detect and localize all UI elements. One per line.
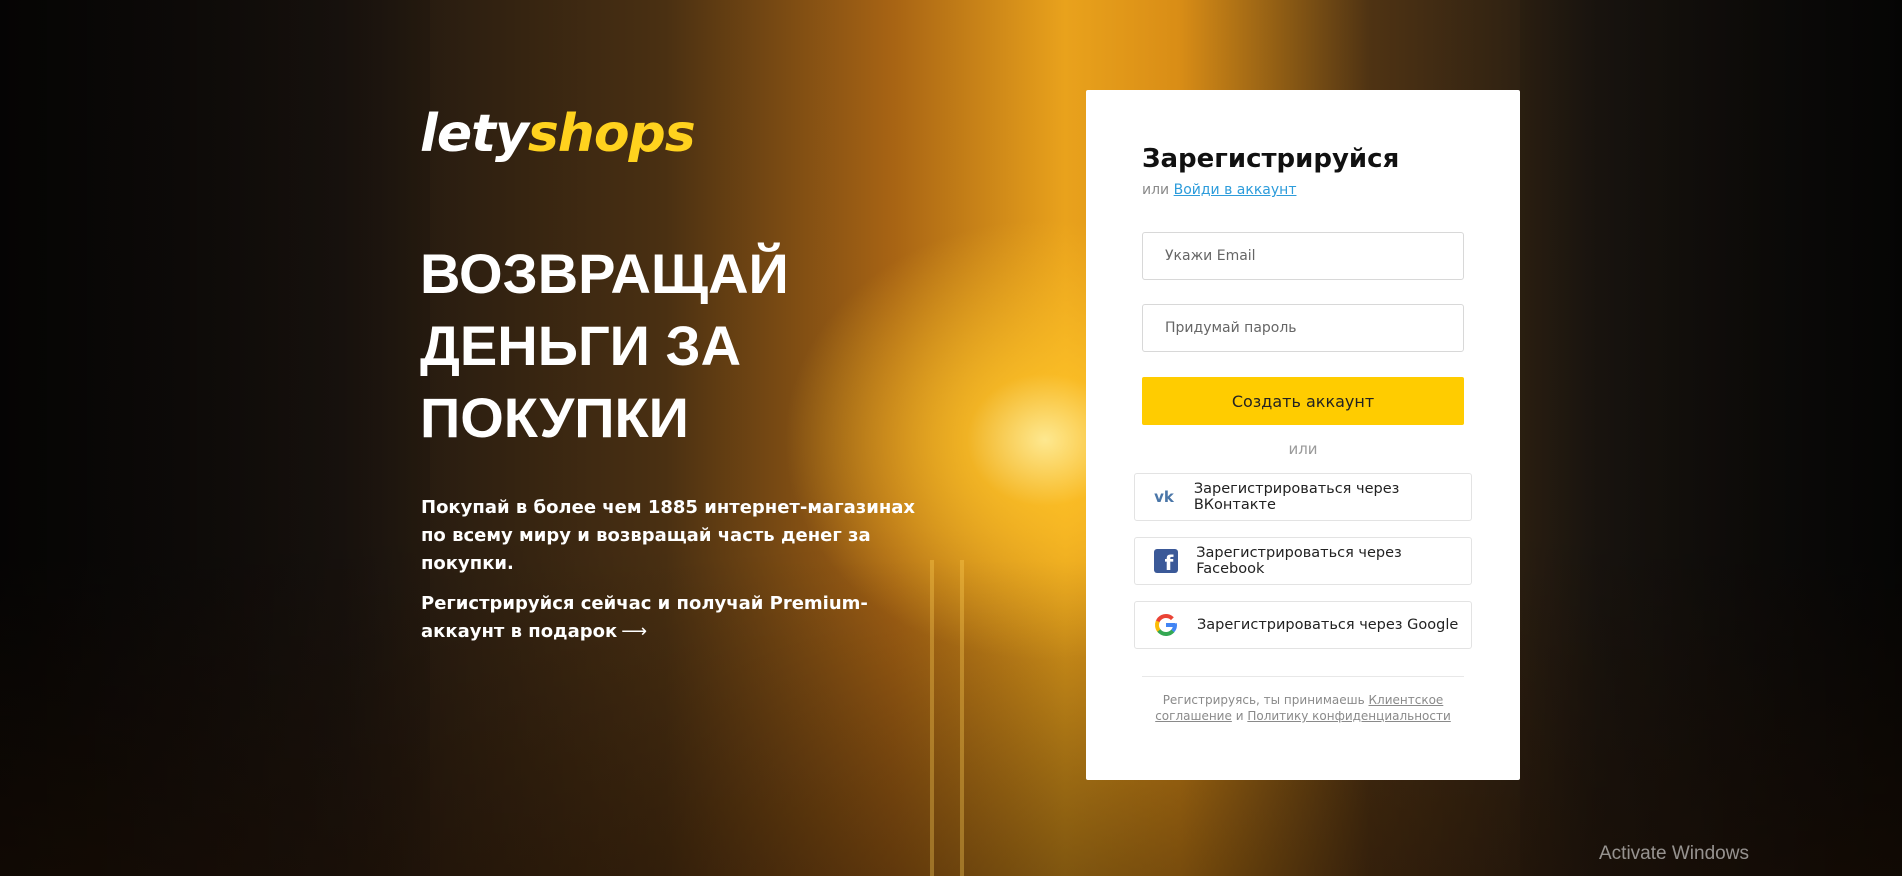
legal-and: и: [1235, 709, 1244, 723]
hero-headline-line: ДЕНЬГИ ЗА: [420, 314, 742, 377]
facebook-signup-label: Зарегистрироваться через Facebook: [1196, 545, 1402, 577]
svg-text:f: f: [1164, 551, 1173, 573]
legal-divider: [1142, 676, 1464, 677]
facebook-signup-button[interactable]: f Зарегистрироваться через Facebook: [1134, 537, 1472, 585]
signup-alt-prefix: или: [1142, 182, 1170, 198]
legal-notice: Регистрируясь, ты принимаешь Клиентское …: [1142, 692, 1464, 724]
legal-prefix: Регистрируясь, ты принимаешь: [1162, 693, 1365, 707]
signup-card: Зарегистрируйся или Войди в аккаунт Созд…: [1086, 90, 1520, 780]
hero-headline: ВОЗВРАЩАЙ ДЕНЬГИ ЗА ПОКУПКИ: [420, 238, 940, 454]
privacy-policy-link[interactable]: Политику конфиденциальности: [1247, 709, 1450, 723]
create-account-button[interactable]: Создать аккаунт: [1142, 377, 1464, 425]
vk-icon: vk: [1135, 489, 1194, 505]
vk-signup-label: Зарегистрироваться через ВКонтакте: [1193, 481, 1400, 513]
signup-subtitle: или Войди в аккаунт: [1142, 182, 1296, 198]
password-field[interactable]: [1142, 304, 1464, 352]
background-street: [0, 560, 1902, 876]
arrow-right-icon: ⟶: [621, 621, 648, 642]
login-link[interactable]: Войди в аккаунт: [1174, 182, 1297, 198]
hero-description: Покупай в более чем 1885 интернет-магази…: [421, 497, 916, 574]
google-icon: [1135, 613, 1197, 637]
windows-activation-watermark: Activate Windows: [1599, 843, 1749, 864]
google-signup-label: Зарегистрироваться через Google: [1197, 617, 1459, 633]
background-image: [0, 0, 1902, 876]
hero-premium-offer: Регистрируйся сейчас и получай Premium-а…: [421, 590, 941, 646]
brand-logo-part2: shops: [527, 104, 696, 164]
email-field[interactable]: [1142, 232, 1464, 280]
brand-logo-part1: lety: [420, 104, 529, 164]
svg-text:vk: vk: [1155, 489, 1176, 505]
brand-logo[interactable]: letyshops: [420, 104, 696, 164]
vk-signup-button[interactable]: vk Зарегистрироваться через ВКонтакте: [1134, 473, 1472, 521]
or-separator: или: [1288, 440, 1318, 458]
google-signup-button[interactable]: Зарегистрироваться через Google: [1134, 601, 1472, 649]
signup-title: Зарегистрируйся: [1142, 144, 1400, 174]
hero-headline-line: ВОЗВРАЩАЙ: [420, 242, 789, 305]
facebook-icon: f: [1135, 549, 1196, 573]
hero-headline-line: ПОКУПКИ: [420, 386, 689, 449]
background-rail: [960, 560, 964, 876]
